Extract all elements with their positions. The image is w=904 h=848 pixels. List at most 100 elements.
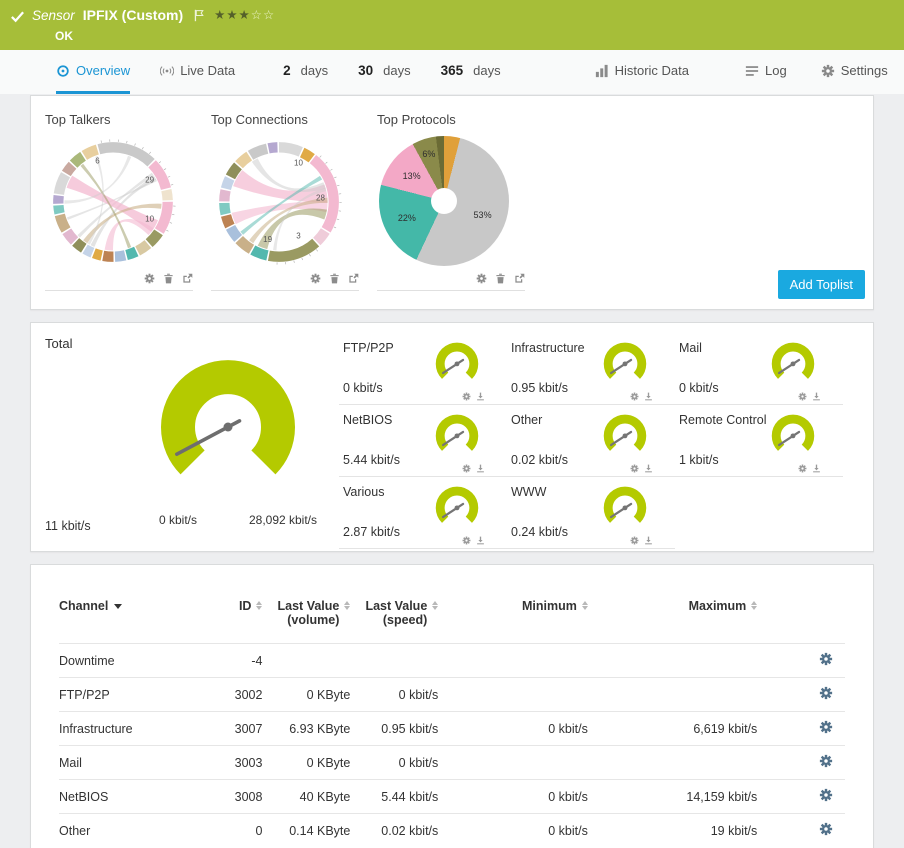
add-toplist-button[interactable]: Add Toplist bbox=[777, 270, 865, 299]
priority-stars[interactable]: ★★★☆☆ bbox=[214, 9, 275, 22]
tab-30-days[interactable]: 30 days bbox=[358, 50, 411, 94]
sensor-title: IPFIX (Custom) bbox=[82, 7, 184, 23]
donut-slice-label: 53% bbox=[473, 209, 492, 220]
minimum-cell: 0 kbit/s bbox=[442, 813, 592, 847]
top-protocols-chart[interactable]: 53% 22% 13% 6% bbox=[379, 136, 511, 268]
channel-settings-gear-icon[interactable] bbox=[819, 754, 833, 768]
volume-cell: 6.93 KByte bbox=[266, 711, 355, 746]
speed-cell bbox=[354, 643, 443, 678]
delete-icon[interactable] bbox=[495, 273, 506, 284]
gear-icon[interactable] bbox=[462, 392, 471, 401]
open-icon[interactable] bbox=[514, 273, 525, 284]
toplist-title: Top Protocols bbox=[377, 112, 456, 127]
channel-gauge bbox=[765, 334, 821, 390]
open-icon[interactable] bbox=[348, 273, 359, 284]
download-icon[interactable] bbox=[476, 536, 485, 545]
settings-icon[interactable] bbox=[144, 273, 155, 284]
tab-2-days[interactable]: 2 days bbox=[283, 50, 328, 94]
speed-cell: 0.02 kbit/s bbox=[354, 813, 443, 847]
ok-check-icon bbox=[10, 9, 25, 24]
table-row: NetBIOS 3008 40 KByte 5.44 kbit/s 0 kbit… bbox=[59, 779, 845, 814]
tab-log[interactable]: Log bbox=[745, 50, 787, 94]
channels-table-panel: Channel ID Last Value (volume) Last Value… bbox=[30, 564, 874, 848]
channel-gauge bbox=[429, 406, 485, 462]
tab-historic-data[interactable]: Historic Data bbox=[595, 50, 689, 94]
table-header-row: Channel ID Last Value (volume) Last Value… bbox=[59, 599, 845, 644]
settings-icon[interactable] bbox=[476, 273, 487, 284]
download-icon[interactable] bbox=[812, 464, 821, 473]
gauge-scale-max: 28,092 kbit/s bbox=[248, 513, 318, 527]
gear-icon[interactable] bbox=[630, 392, 639, 401]
gauge-cell-mail: Mail 0 kbit/s bbox=[675, 333, 843, 405]
gear-icon[interactable] bbox=[630, 464, 639, 473]
top-talkers-chart[interactable]: 6 29 10 bbox=[47, 136, 179, 268]
sensor-status-header: Sensor IPFIX (Custom) ★★★☆☆ OK bbox=[0, 0, 904, 50]
table-row: FTP/P2P 3002 0 KByte 0 kbit/s bbox=[59, 677, 845, 712]
status-badge: OK bbox=[55, 29, 73, 43]
channel-gauge bbox=[765, 406, 821, 462]
gauge-cell-remote-control: Remote Control 1 kbit/s bbox=[675, 405, 843, 477]
download-icon[interactable] bbox=[812, 392, 821, 401]
download-icon[interactable] bbox=[644, 464, 653, 473]
top-connections-chart[interactable]: 10 28 19 3 bbox=[213, 136, 345, 268]
gear-icon[interactable] bbox=[462, 464, 471, 473]
channel-settings-gear-icon[interactable] bbox=[819, 652, 833, 666]
tab-live-data[interactable]: Live Data bbox=[160, 50, 235, 94]
settings-icon[interactable] bbox=[310, 273, 321, 284]
tab-bar: Overview Live Data 2 days 30 days 365 days … bbox=[0, 50, 904, 94]
id-cell: 3007 bbox=[208, 711, 267, 746]
id-cell: -4 bbox=[208, 643, 267, 678]
gauge-cell-infrastructure: Infrastructure 0.95 kbit/s bbox=[507, 333, 675, 405]
toplist-title: Top Connections bbox=[211, 112, 308, 127]
volume-cell: 0 KByte bbox=[266, 677, 355, 712]
object-kind-label: Sensor bbox=[32, 7, 75, 23]
download-icon[interactable] bbox=[644, 392, 653, 401]
channel-settings-gear-icon[interactable] bbox=[819, 686, 833, 700]
tab-overview[interactable]: Overview bbox=[56, 50, 131, 94]
tab-365-days[interactable]: 365 days bbox=[441, 50, 501, 94]
channel-gauges-grid: FTP/P2P 0 kbit/s Infrastructure 0.95 kbi… bbox=[339, 333, 843, 549]
donut-slice-label: 13% bbox=[402, 170, 421, 181]
delete-icon[interactable] bbox=[329, 273, 340, 284]
open-icon[interactable] bbox=[182, 273, 193, 284]
top-connections-chord-diagram: 10 28 19 3 bbox=[219, 142, 342, 265]
flag-icon[interactable] bbox=[193, 9, 206, 22]
channel-gauge bbox=[429, 334, 485, 390]
column-header-id[interactable]: ID bbox=[209, 599, 267, 644]
download-icon[interactable] bbox=[476, 464, 485, 473]
column-header-actions bbox=[761, 599, 845, 644]
gear-icon bbox=[821, 64, 835, 78]
maximum-cell bbox=[591, 677, 762, 712]
channel-settings-gear-icon[interactable] bbox=[819, 822, 833, 836]
minimum-cell: 0 kbit/s bbox=[442, 711, 592, 746]
maximum-cell: 19 kbit/s bbox=[591, 813, 762, 847]
column-header-last-value-speed[interactable]: Last Value (speed) bbox=[354, 599, 442, 644]
column-header-minimum[interactable]: Minimum bbox=[442, 599, 592, 644]
gauges-panel: Total 0 kbit/s 28,092 kbit/s 11 kbit/s F… bbox=[30, 322, 874, 552]
sort-arrows-icon bbox=[581, 599, 588, 610]
toplist-top-talkers: Top Talkers 6 29 10 bbox=[45, 112, 193, 291]
svg-text:10: 10 bbox=[294, 158, 303, 167]
id-cell: 3002 bbox=[208, 677, 267, 712]
gauge-cell-various: Various 2.87 kbit/s bbox=[339, 477, 507, 549]
speed-cell: 5.44 kbit/s bbox=[354, 779, 443, 814]
gauge-cell-empty bbox=[675, 477, 843, 549]
column-header-channel[interactable]: Channel bbox=[59, 599, 209, 644]
donut-slice-label: 6% bbox=[422, 149, 436, 160]
channel-cell: Mail bbox=[59, 745, 209, 780]
channel-settings-gear-icon[interactable] bbox=[819, 720, 833, 734]
tab-settings[interactable]: Settings bbox=[821, 50, 888, 94]
download-icon[interactable] bbox=[476, 392, 485, 401]
toplist-title: Top Talkers bbox=[45, 112, 111, 127]
gear-icon[interactable] bbox=[630, 536, 639, 545]
toplists-panel: Top Talkers 6 29 10 Top Connections 10 28 19… bbox=[30, 95, 874, 310]
gear-icon[interactable] bbox=[798, 392, 807, 401]
column-header-last-value-volume[interactable]: Last Value (volume) bbox=[266, 599, 354, 644]
gear-icon[interactable] bbox=[462, 536, 471, 545]
total-current-value: 11 kbit/s bbox=[45, 519, 91, 533]
column-header-maximum[interactable]: Maximum bbox=[592, 599, 761, 644]
delete-icon[interactable] bbox=[163, 273, 174, 284]
gear-icon[interactable] bbox=[798, 464, 807, 473]
download-icon[interactable] bbox=[644, 536, 653, 545]
channel-settings-gear-icon[interactable] bbox=[819, 788, 833, 802]
